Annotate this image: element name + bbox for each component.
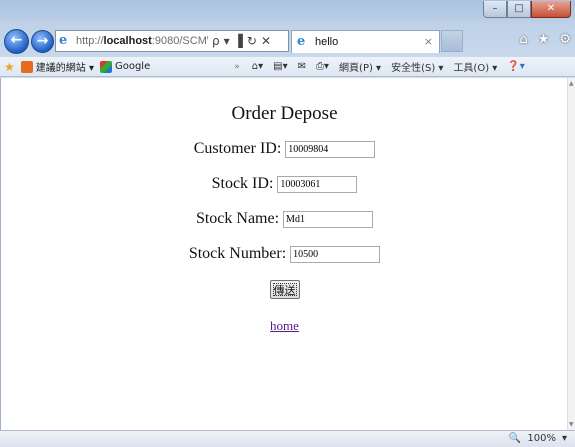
new-tab-button[interactable] — [441, 30, 463, 52]
toolbar-right-icons: ⌂ ★ ⚙ — [519, 32, 571, 47]
search-icon[interactable]: ρ — [212, 34, 220, 48]
ie-page-icon: e — [59, 33, 68, 48]
safety-menu[interactable]: 安全性(S) ▾ — [391, 59, 443, 74]
customer-id-label: Customer ID: — [193, 140, 282, 157]
zoom-level: 100% — [527, 433, 556, 444]
zoom-control[interactable]: 🔍 100% ▾ — [509, 433, 567, 444]
window-controls: – □ ✕ — [483, 1, 571, 18]
tab-close-icon[interactable]: × — [424, 35, 433, 48]
customer-id-row: Customer ID: — [1, 140, 568, 158]
forward-button[interactable]: → — [31, 30, 54, 53]
stock-number-label: Stock Number: — [188, 245, 287, 262]
submit-wrap: 傳送 — [1, 280, 568, 299]
stock-id-row: Stock ID: — [1, 175, 568, 193]
feeds-menu[interactable]: ▤▾ — [273, 61, 287, 72]
window-titlebar: – □ ✕ ← → e http://localhost:9080/SCMWe … — [0, 0, 575, 58]
tools-menu[interactable]: 工具(O) ▾ — [453, 59, 497, 74]
submit-button[interactable]: 傳送 — [269, 280, 300, 299]
stock-name-input[interactable] — [283, 210, 374, 228]
page-menu[interactable]: 網頁(P) ▾ — [339, 59, 381, 74]
stock-number-row: Stock Number: — [1, 245, 568, 263]
print-menu[interactable]: ⎙▾ — [316, 61, 329, 72]
google-icon — [99, 60, 112, 73]
stock-number-input[interactable] — [290, 245, 381, 263]
favorites-icon[interactable]: ★ — [4, 60, 15, 74]
address-url[interactable]: http://localhost:9080/SCMWe — [76, 35, 208, 47]
tab-ie-icon: e — [297, 34, 306, 49]
page-content: Order Depose Customer ID: Stock ID: Stoc… — [0, 78, 567, 430]
mail-icon[interactable]: ✉ — [298, 61, 306, 72]
dropdown-icon[interactable]: ▾ — [224, 34, 230, 48]
overflow-chevron-icon[interactable]: » — [234, 62, 240, 72]
stock-id-label: Stock ID: — [211, 175, 274, 192]
home-icon[interactable]: ⌂ — [519, 32, 527, 47]
help-icon[interactable]: ❓▾ — [507, 61, 524, 72]
command-bar: ⌂▾ ▤▾ ✉ ⎙▾ 網頁(P) ▾ 安全性(S) ▾ 工具(O) ▾ ❓▾ — [252, 59, 525, 74]
home-link-wrap: home — [1, 318, 568, 334]
favorites-item-suggested[interactable]: 建議的網站 ▾ — [20, 59, 94, 74]
suggested-sites-icon — [20, 60, 33, 73]
maximize-button[interactable]: □ — [507, 1, 531, 18]
stock-name-label: Stock Name: — [195, 210, 280, 227]
scroll-up-arrow-icon[interactable]: ▲ — [569, 80, 574, 87]
vertical-scrollbar[interactable]: ▲ ▼ — [567, 78, 575, 430]
address-tools: ρ ▾ ▐ ↻ ✕ — [212, 34, 271, 48]
favorites-bar: ★ 建議的網站 ▾ Google » ⌂▾ ▤▾ ✉ ⎙▾ 網頁(P) ▾ 安全… — [0, 57, 575, 77]
close-window-button[interactable]: ✕ — [531, 1, 571, 18]
address-bar[interactable]: e http://localhost:9080/SCMWe ρ ▾ ▐ ↻ ✕ — [55, 30, 289, 52]
stop-icon[interactable]: ✕ — [261, 34, 271, 48]
scroll-down-arrow-icon[interactable]: ▼ — [569, 421, 574, 428]
tab-title: hello — [315, 36, 339, 48]
back-button[interactable]: ← — [4, 29, 29, 54]
status-bar: 🔍 100% ▾ — [0, 430, 575, 447]
stock-name-row: Stock Name: — [1, 210, 568, 228]
tab-hello[interactable]: e hello × — [291, 30, 440, 53]
customer-id-input[interactable] — [285, 140, 376, 158]
stock-id-input[interactable] — [277, 175, 358, 193]
home-link[interactable]: home — [270, 318, 299, 333]
zoom-icon: 🔍 — [508, 433, 522, 444]
page-heading: Order Depose — [231, 103, 338, 124]
minimize-button[interactable]: – — [483, 1, 507, 18]
favorites-star-icon[interactable]: ★ — [538, 32, 550, 47]
tools-gear-icon[interactable]: ⚙ — [559, 32, 571, 47]
home-menu[interactable]: ⌂▾ — [252, 61, 263, 72]
compatibility-icon[interactable]: ▐ — [234, 34, 243, 48]
zoom-dropdown-icon[interactable]: ▾ — [562, 433, 567, 444]
favorites-item-google[interactable]: Google — [99, 60, 150, 73]
refresh-icon[interactable]: ↻ — [247, 34, 257, 48]
